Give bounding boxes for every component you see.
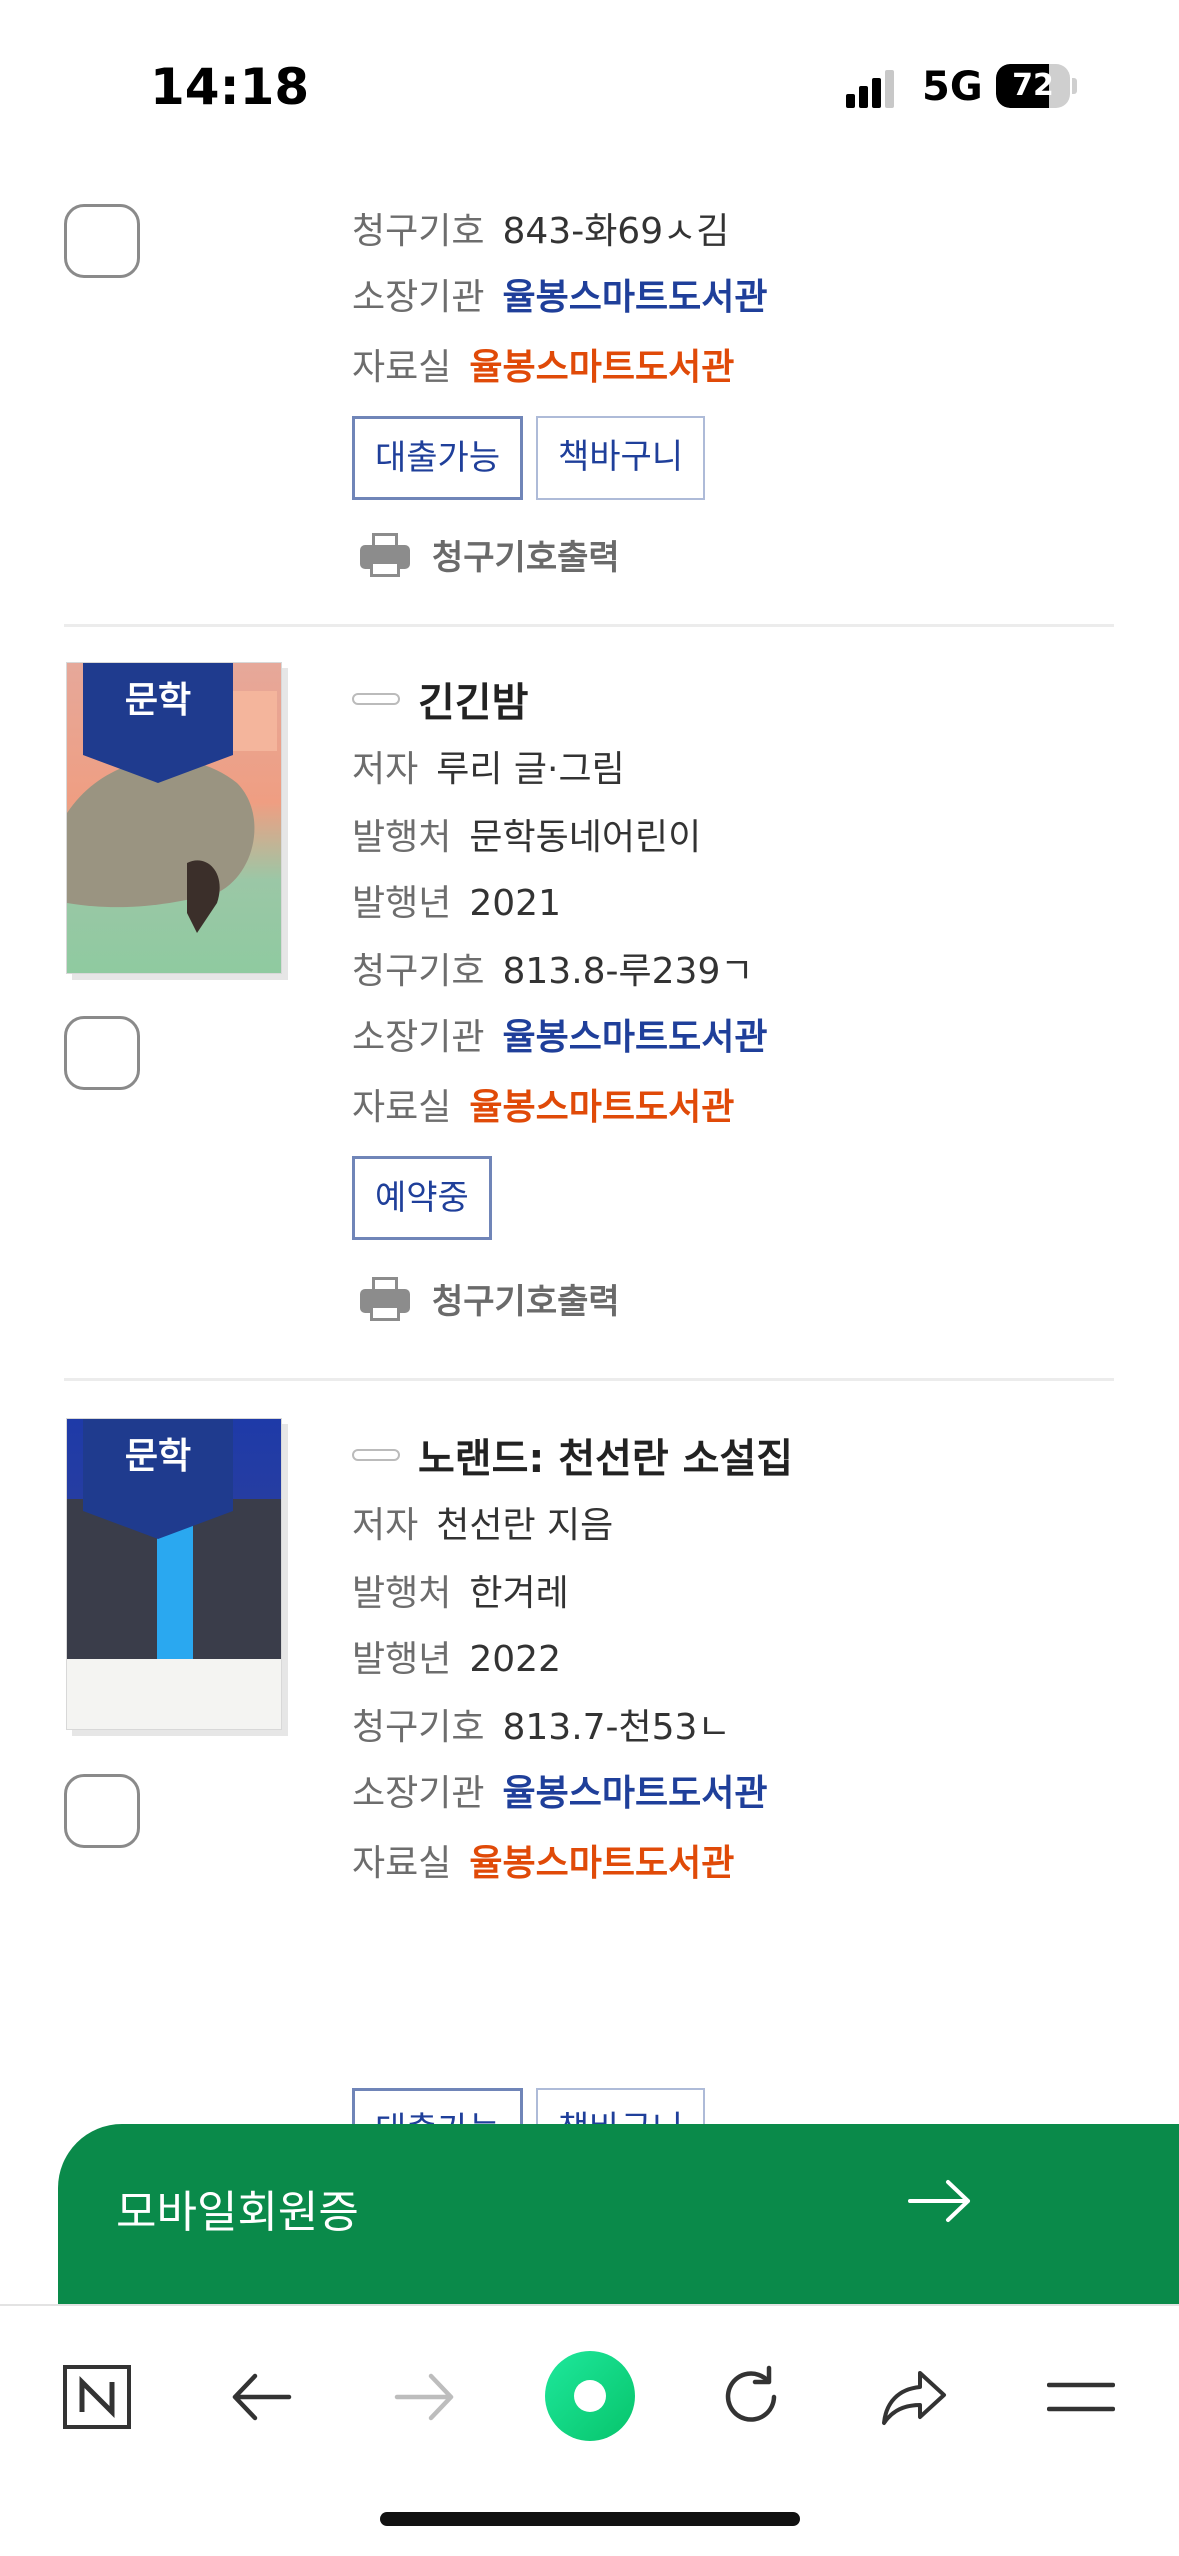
publisher-value: 문학동네어린이 <box>469 817 702 858</box>
status-bar: 14:18 5G 72 <box>0 0 1179 160</box>
library-label: 소장기관 <box>352 277 485 318</box>
library-row: 소장기관 율봉스마트도서관 <box>352 268 767 320</box>
divider <box>64 1378 1114 1381</box>
book-select-checkbox[interactable] <box>64 1774 140 1848</box>
author-label: 저자 <box>352 749 419 790</box>
library-link[interactable]: 율봉스마트도서관 <box>502 1017 767 1058</box>
menu-icon <box>1047 2382 1115 2412</box>
book-cover[interactable]: 문학 <box>66 1418 282 1730</box>
room-label: 자료실 <box>352 347 452 388</box>
title-marker-icon <box>352 1449 400 1461</box>
green-dot-button[interactable] <box>542 2348 638 2444</box>
publisher-value: 한겨레 <box>469 1573 569 1614</box>
library-row: 소장기관 율봉스마트도서관 <box>352 1764 767 1816</box>
cover-category-badge: 문학 <box>83 1419 233 1539</box>
call-no-value: 843-화69ㅅ김 <box>502 211 730 252</box>
year-value: 2022 <box>469 1639 561 1680</box>
room-row: 자료실 율봉스마트도서관 <box>352 1078 734 1130</box>
publisher-label: 발행처 <box>352 1573 452 1614</box>
printer-icon <box>360 532 410 577</box>
book-title[interactable]: 노랜드: 천선란 소설집 <box>418 1426 793 1484</box>
room-label: 자료실 <box>352 1087 452 1128</box>
share-button[interactable] <box>870 2352 960 2442</box>
room-label: 자료실 <box>352 1843 452 1884</box>
author-row: 저자 루리 글·그림 <box>352 740 625 792</box>
call-no-row: 청구기호 813.7-천53ㄴ <box>352 1698 731 1750</box>
library-label: 소장기관 <box>352 1773 485 1814</box>
room-row: 자료실 율봉스마트도서관 <box>352 1834 734 1886</box>
call-no-value: 813.7-천53ㄴ <box>502 1707 731 1748</box>
year-row: 발행년 2021 <box>352 874 561 926</box>
publisher-label: 발행처 <box>352 817 452 858</box>
call-no-print-button[interactable]: 청구기호출력 <box>360 530 620 579</box>
call-no-label: 청구기호 <box>352 951 485 992</box>
naver-home-icon <box>63 2365 131 2429</box>
title-marker-icon <box>352 693 400 705</box>
book-select-checkbox[interactable] <box>64 1016 140 1090</box>
year-label: 발행년 <box>352 1639 452 1680</box>
loan-status-button[interactable]: 대출가능 <box>352 416 524 500</box>
member-card-label: 모바일회원증 <box>116 2187 359 2238</box>
year-label: 발행년 <box>352 883 452 924</box>
print-label: 청구기호출력 <box>432 1282 620 1322</box>
book-select-checkbox[interactable] <box>64 204 140 278</box>
menu-button[interactable] <box>1036 2352 1126 2442</box>
battery-icon: 72 <box>996 64 1077 108</box>
home-indicator <box>380 2512 800 2526</box>
naver-home-button[interactable] <box>52 2352 142 2442</box>
back-icon <box>232 2373 292 2421</box>
room-value: 율봉스마트도서관 <box>469 347 735 388</box>
publisher-row: 발행처 한겨레 <box>352 1564 569 1616</box>
year-value: 2021 <box>469 883 561 924</box>
author-row: 저자 천선란 지음 <box>352 1496 613 1548</box>
author-value: 천선란 지음 <box>436 1505 614 1546</box>
network-label: 5G <box>922 64 983 110</box>
book-title[interactable]: 긴긴밤 <box>418 670 528 728</box>
call-no-row: 청구기호 813.8-루239ㄱ <box>352 942 754 994</box>
book-basket-button[interactable]: 책바구니 <box>536 416 706 500</box>
call-no-label: 청구기호 <box>352 211 485 252</box>
back-button[interactable] <box>216 2352 306 2442</box>
call-no-label: 청구기호 <box>352 1707 485 1748</box>
cover-category-badge: 문학 <box>83 663 233 783</box>
author-label: 저자 <box>352 1505 419 1546</box>
signal-icon <box>846 70 896 108</box>
room-value: 율봉스마트도서관 <box>469 1087 735 1128</box>
reload-icon <box>725 2365 777 2422</box>
year-row: 발행년 2022 <box>352 1630 561 1682</box>
book-title-row: 노랜드: 천선란 소설집 <box>352 1426 793 1484</box>
library-row: 소장기관 율봉스마트도서관 <box>352 1008 767 1060</box>
share-icon <box>882 2371 946 2425</box>
divider <box>64 624 1114 627</box>
reload-button[interactable] <box>706 2352 796 2442</box>
book-title-row: 긴긴밤 <box>352 670 528 728</box>
reservation-status-button[interactable]: 예약중 <box>352 1156 492 1240</box>
call-no-value: 813.8-루239ㄱ <box>502 951 754 992</box>
library-link[interactable]: 율봉스마트도서관 <box>502 277 767 318</box>
room-value: 율봉스마트도서관 <box>469 1843 735 1884</box>
book-cover[interactable]: 문학 <box>66 662 282 974</box>
arrow-right-icon <box>908 2180 970 2222</box>
call-no-row: 청구기호 843-화69ㅅ김 <box>352 202 729 254</box>
publisher-row: 발행처 문학동네어린이 <box>352 808 701 860</box>
forward-button[interactable] <box>380 2352 470 2442</box>
room-row: 자료실 율봉스마트도서관 <box>352 338 734 390</box>
author-value: 루리 글·그림 <box>436 749 625 790</box>
library-label: 소장기관 <box>352 1017 485 1058</box>
printer-icon <box>360 1276 410 1321</box>
call-no-print-button[interactable]: 청구기호출력 <box>360 1274 620 1323</box>
battery-level: 72 <box>1012 68 1054 103</box>
library-link[interactable]: 율봉스마트도서관 <box>502 1773 767 1814</box>
status-time: 14:18 <box>150 58 310 116</box>
print-label: 청구기호출력 <box>432 538 620 578</box>
forward-icon <box>394 2373 454 2421</box>
green-dot-icon <box>545 2351 635 2441</box>
